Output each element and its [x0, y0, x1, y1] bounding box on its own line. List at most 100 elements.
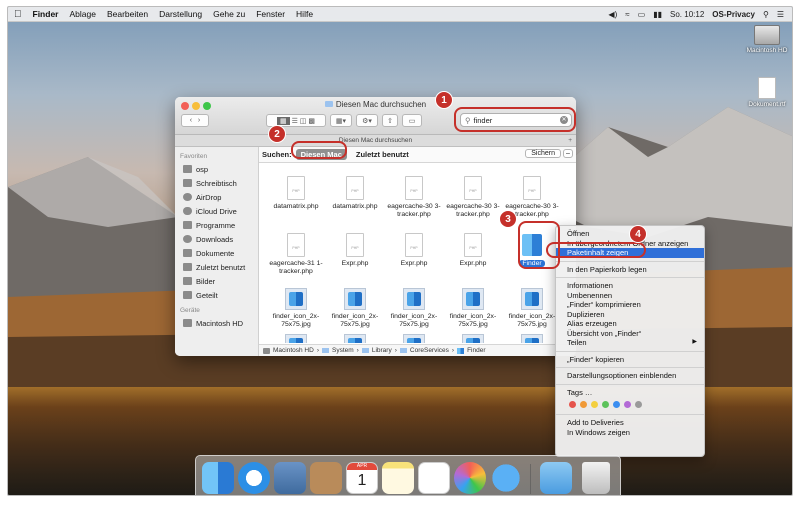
desktop-icon-macintosh-hd[interactable]: Macintosh HD — [737, 25, 792, 54]
remove-criteria-button[interactable]: – — [563, 149, 573, 158]
action-button[interactable]: ⚙▾ — [356, 114, 378, 127]
file-item[interactable]: Expr.php — [322, 233, 388, 268]
audio-icon[interactable]: ◀) — [608, 10, 617, 19]
share-button[interactable]: ⇧ — [382, 114, 398, 127]
tag-color-dot[interactable] — [580, 400, 587, 408]
sidebar-item-airdrop[interactable]: AirDrop — [175, 190, 258, 204]
list-view-icon[interactable]: ☰ — [292, 117, 298, 125]
context-menu-item[interactable]: In den Papierkorb legen — [556, 265, 704, 275]
file-item[interactable]: eagercache-30 3-tracker.php — [381, 176, 447, 219]
file-item[interactable]: finder_icon_2x-75x75.jpg — [263, 288, 329, 329]
menu-bearbeiten[interactable]: Bearbeiten — [107, 9, 148, 19]
file-item[interactable]: finder_icon_2x-75x75.jpg — [440, 288, 506, 329]
sidebar-item-geteilt[interactable]: Geteilt — [175, 288, 258, 302]
clock[interactable]: So. 10:12 — [670, 10, 704, 19]
context-menu-item[interactable]: Tags … — [556, 388, 704, 398]
tag-color-dot[interactable] — [613, 400, 620, 408]
menu-separator — [556, 350, 704, 352]
dock-contacts-icon[interactable] — [310, 462, 342, 494]
desktop-icon-document[interactable]: Dokument.rtf — [737, 77, 792, 108]
tab-search[interactable]: Diesen Mac durchsuchen — [339, 137, 412, 144]
dock-calendar-icon[interactable]: APR 1 — [346, 462, 378, 494]
image-file-icon[interactable] — [285, 334, 307, 343]
sidebar-item-schreibtisch[interactable]: Schreibtisch — [175, 176, 258, 190]
sidebar-item-bilder[interactable]: Bilder — [175, 274, 258, 288]
user-menu[interactable]: OS-Privacy — [712, 10, 755, 19]
spotlight-icon[interactable]: ⚲ — [763, 10, 769, 19]
file-item[interactable]: eagercache-31 1-tracker.php — [263, 233, 329, 276]
column-view-icon[interactable]: ◫ — [300, 117, 307, 125]
menu-gehe-zu[interactable]: Gehe zu — [213, 9, 245, 19]
dock-preview-icon[interactable] — [274, 462, 306, 494]
sidebar-item-macintosh-hd[interactable]: Macintosh HD — [175, 316, 258, 330]
path-item[interactable]: CoreServices — [410, 347, 449, 354]
sidebar-heading-devices: Geräte — [180, 307, 200, 314]
image-file-icon[interactable] — [403, 334, 425, 343]
context-menu-item[interactable]: In Windows zeigen — [556, 428, 704, 438]
context-menu-item[interactable]: Darstellungsoptionen einblenden — [556, 371, 704, 381]
context-menu-item[interactable]: Teilen ▶ — [556, 338, 704, 348]
file-item[interactable]: finder_icon_2x-75x75.jpg — [381, 288, 447, 329]
context-menu-item[interactable]: Übersicht von „Finder“ — [556, 329, 704, 339]
tag-color-dot[interactable] — [624, 400, 631, 408]
image-file-icon[interactable] — [462, 334, 484, 343]
tag-color-dot[interactable] — [569, 400, 576, 408]
menu-fenster[interactable]: Fenster — [256, 9, 285, 19]
gallery-view-icon[interactable]: ▩ — [308, 117, 315, 125]
file-item[interactable]: datamatrix.php — [263, 176, 329, 211]
dock-finder-icon[interactable] — [202, 462, 234, 494]
group-button[interactable]: ▦▾ — [330, 114, 352, 127]
dock-trash-icon[interactable] — [582, 462, 610, 494]
notification-center-icon[interactable]: ☰ — [777, 10, 784, 19]
wifi-icon[interactable]: ≈ — [625, 10, 629, 19]
icon-view-icon[interactable]: ▦ — [276, 116, 290, 125]
context-menu-item[interactable]: Add to Deliveries — [556, 418, 704, 428]
sidebar-item-zuletzt-benutzt[interactable]: Zuletzt benutzt — [175, 260, 258, 274]
tag-color-dot[interactable] — [635, 400, 642, 408]
menu-hilfe[interactable]: Hilfe — [296, 9, 313, 19]
file-item[interactable]: Expr.php — [381, 233, 447, 268]
scope-recents-button[interactable]: Zuletzt benutzt — [351, 149, 414, 160]
airplay-icon[interactable]: ▭ — [638, 10, 646, 19]
sidebar-item-dokumente[interactable]: Dokumente — [175, 246, 258, 260]
menu-darstellung[interactable]: Darstellung — [159, 9, 202, 19]
image-file-icon[interactable] — [521, 334, 543, 343]
dock-notes-icon[interactable] — [382, 462, 414, 494]
path-item[interactable]: Library — [372, 347, 392, 354]
back-forward-buttons[interactable]: ‹ › — [181, 114, 209, 127]
context-menu-item[interactable]: Umbenennen — [556, 291, 704, 301]
back-arrow-icon[interactable]: ‹ — [190, 117, 192, 124]
forward-arrow-icon[interactable]: › — [198, 117, 200, 124]
dock-photos-icon[interactable] — [454, 462, 486, 494]
context-menu-item[interactable]: Alias erzeugen — [556, 319, 704, 329]
tag-color-dot[interactable] — [591, 400, 598, 408]
path-item[interactable]: Macintosh HD — [273, 347, 314, 354]
dock-reminders-icon[interactable] — [418, 462, 450, 494]
file-item[interactable]: finder_icon_2x-75x75.jpg — [322, 288, 388, 329]
tags-button[interactable]: ▭ — [402, 114, 422, 127]
context-menu-item[interactable]: „Finder“ kopieren — [556, 355, 704, 365]
context-menu-item[interactable]: Duplizieren — [556, 310, 704, 320]
menu-finder[interactable]: Finder — [33, 9, 59, 19]
file-item[interactable]: datamatrix.php — [322, 176, 388, 211]
tag-color-dot[interactable] — [602, 400, 609, 408]
new-tab-button[interactable]: + — [568, 135, 572, 147]
file-item[interactable]: Expr.php — [440, 233, 506, 268]
sidebar-item-osp[interactable]: osp — [175, 162, 258, 176]
sidebar-item-programme[interactable]: Programme — [175, 218, 258, 232]
dock-safari-icon[interactable] — [238, 462, 270, 494]
sidebar-item-icloud-drive[interactable]: iCloud Drive — [175, 204, 258, 218]
path-item[interactable]: Finder — [467, 347, 485, 354]
apple-menu-icon[interactable]:  — [14, 9, 22, 20]
file-item[interactable]: eagercache-30 3-tracker.php — [440, 176, 506, 219]
context-menu-item[interactable]: Informationen — [556, 281, 704, 291]
menu-ablage[interactable]: Ablage — [69, 9, 95, 19]
dock-messages-icon[interactable] — [490, 462, 522, 494]
context-menu-item[interactable]: „Finder“ komprimieren — [556, 300, 704, 310]
battery-icon[interactable]: ▮▮ — [653, 10, 662, 19]
save-search-button[interactable]: Sichern — [525, 149, 561, 158]
sidebar-item-downloads[interactable]: Downloads — [175, 232, 258, 246]
path-item[interactable]: System — [332, 347, 354, 354]
image-file-icon[interactable] — [344, 334, 366, 343]
dock-downloads-folder-icon[interactable] — [540, 462, 572, 494]
